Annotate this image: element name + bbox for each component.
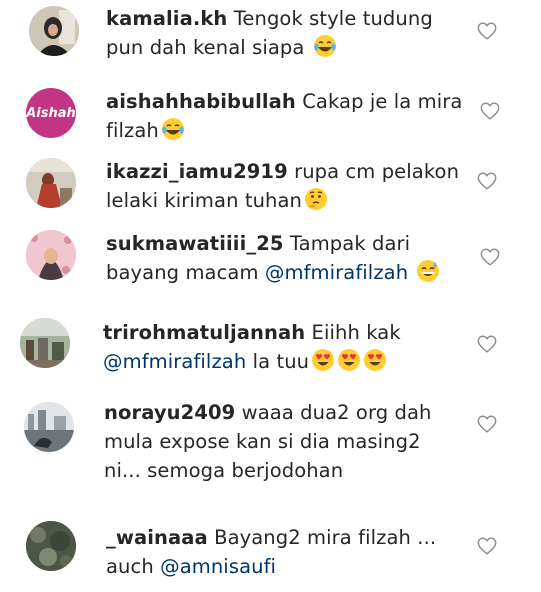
comment-body: ni... semoga berjodohan	[104, 459, 344, 482]
thinking-face-emoji	[304, 187, 328, 211]
heart-outline-icon[interactable]	[476, 20, 498, 42]
comment-body: pun dah kenal siapa	[106, 36, 311, 59]
comment-username[interactable]: _wainaaa	[106, 526, 208, 549]
avatar[interactable]	[24, 402, 74, 452]
comment-username[interactable]: ikazzi_iamu2919	[106, 160, 288, 183]
comment-text: trirohmatuljannah Eiihh kak @mfmirafilza…	[103, 318, 473, 376]
avatar[interactable]	[29, 6, 79, 56]
comment-body: Cakap je la mira	[302, 90, 463, 113]
heart-outline-icon[interactable]	[476, 535, 498, 557]
mention-link[interactable]: @mfmirafilzah	[265, 261, 408, 284]
comment-body: Tampak dari	[289, 232, 411, 255]
comment-body: auch	[106, 555, 161, 578]
avatar[interactable]	[26, 230, 76, 280]
heart-eyes-emoji	[363, 348, 387, 372]
tears-of-joy-emoji	[313, 34, 337, 58]
grinning-sweat-emoji	[416, 259, 440, 283]
comment-body: Bayang2 mira filzah ...	[214, 526, 437, 549]
comment-username[interactable]: sukmawatiiii_25	[106, 232, 284, 255]
heart-outline-icon[interactable]	[479, 100, 501, 122]
comment-text: sukmawatiiii_25 Tampak dari bayang macam…	[106, 229, 476, 287]
comment-body: bayang macam	[106, 261, 265, 284]
heart-outline-icon[interactable]	[476, 170, 498, 192]
heart-eyes-emoji	[337, 348, 361, 372]
comment-text: norayu2409 waaa dua2 org dah mula expose…	[104, 398, 484, 485]
avatar[interactable]: Aishah	[26, 88, 76, 138]
comment-body: lelaki kiriman tuhan	[106, 189, 303, 212]
comment-username[interactable]: norayu2409	[104, 401, 235, 424]
mention-link[interactable]: @mfmirafilzah	[103, 350, 246, 373]
avatar-text: Aishah	[26, 105, 76, 121]
comment-body: la tuu	[246, 350, 310, 373]
comment-body: Tengok style tudung	[233, 7, 433, 30]
comment-body: waaa dua2 org dah	[241, 401, 432, 424]
heart-eyes-emoji	[311, 348, 335, 372]
avatar[interactable]	[26, 158, 76, 208]
comment-username[interactable]: aishahhabibullah	[106, 90, 296, 113]
comment-text: aishahhabibullah Cakap je la mira filzah	[106, 87, 476, 145]
comment-username[interactable]: kamalia.kh	[106, 7, 227, 30]
mention-link[interactable]: @amnisaufi	[160, 555, 276, 578]
avatar[interactable]	[26, 521, 76, 571]
tears-of-joy-emoji	[161, 117, 185, 141]
comment-body: mula expose kan si dia masing2	[104, 430, 421, 453]
comment-text: kamalia.kh Tengok style tudung pun dah k…	[106, 4, 476, 62]
heart-outline-icon[interactable]	[476, 413, 498, 435]
avatar[interactable]	[20, 318, 70, 368]
comment-body: Eiihh kak	[311, 321, 401, 344]
comment-body: filzah	[106, 119, 159, 142]
heart-outline-icon[interactable]	[476, 333, 498, 355]
comment-username[interactable]: trirohmatuljannah	[103, 321, 305, 344]
comment-body: rupa cm pelakon	[294, 160, 460, 183]
comment-text: _wainaaa Bayang2 mira filzah ... auch @a…	[106, 523, 476, 581]
heart-outline-icon[interactable]	[479, 246, 501, 268]
comment-text: ikazzi_iamu2919 rupa cm pelakon lelaki k…	[106, 157, 476, 215]
